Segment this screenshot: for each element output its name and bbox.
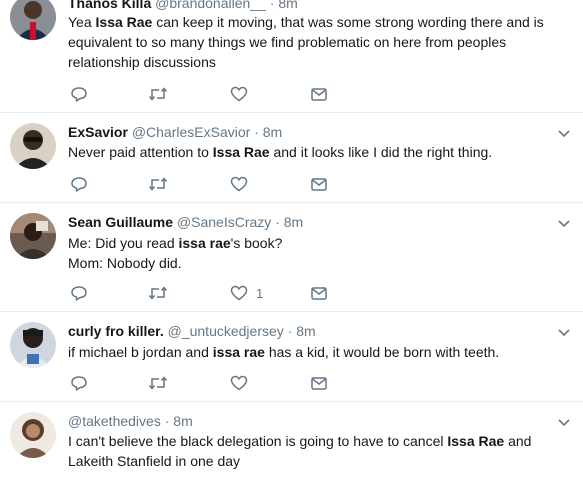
- like-icon: [230, 374, 248, 392]
- tweet-text-segment: Yea: [68, 14, 96, 30]
- tweet-actions: [68, 84, 368, 104]
- reply-icon: [70, 175, 88, 193]
- author-name[interactable]: Thanos Killa: [68, 0, 151, 11]
- reply-icon: [70, 374, 88, 392]
- tweet-text: if michael b jordan and issa rae has a k…: [68, 342, 548, 362]
- retweet-button[interactable]: [148, 283, 168, 303]
- tweet-text-segment: if michael b jordan and: [68, 344, 213, 360]
- separator-dot: ·: [287, 323, 293, 339]
- reply-icon: [70, 284, 88, 302]
- highlighted-keyword: issa rae: [178, 235, 231, 251]
- like-icon: [230, 175, 248, 193]
- author-handle[interactable]: @takethedives: [68, 413, 161, 429]
- reply-button[interactable]: [70, 174, 88, 194]
- highlighted-keyword: Issa Rae: [447, 433, 505, 449]
- like-button[interactable]: [230, 373, 256, 393]
- separator-dot: ·: [269, 0, 275, 11]
- reply-icon: [70, 85, 88, 103]
- avatar[interactable]: [10, 322, 56, 368]
- author-handle[interactable]: @_untuckedjersey: [168, 323, 284, 339]
- like-button[interactable]: [230, 174, 256, 194]
- retweet-button[interactable]: [148, 84, 168, 104]
- author-name[interactable]: Sean Guillaume: [68, 214, 173, 230]
- tweet-time[interactable]: 8m: [284, 214, 303, 230]
- tweet-time[interactable]: 8m: [278, 0, 297, 11]
- author-name[interactable]: ExSavior: [68, 124, 128, 140]
- tweet-time[interactable]: 8m: [263, 124, 282, 140]
- direct-message-icon: [310, 85, 328, 103]
- separator-dot: ·: [164, 413, 170, 429]
- highlighted-keyword: Issa Rae: [95, 14, 153, 30]
- like-button[interactable]: [230, 84, 256, 104]
- highlighted-keyword: Issa Rae: [212, 144, 270, 160]
- retweet-button[interactable]: [148, 174, 168, 194]
- reply-button[interactable]: [70, 373, 88, 393]
- tweet-text-segment: and it looks like I did the right thing.: [269, 144, 493, 160]
- tweet-item[interactable]: Thanos Killa @brandonallen__ · 8m Yea Is…: [0, 0, 583, 112]
- avatar[interactable]: [10, 412, 56, 458]
- like-icon: [230, 85, 248, 103]
- tweet-text-segment: Me: Did you read: [68, 235, 179, 251]
- retweet-icon: [148, 85, 168, 103]
- tweet-item[interactable]: @takethedives · 8m I can't believe the b…: [0, 402, 583, 477]
- chevron-down-icon[interactable]: [556, 125, 572, 141]
- tweet-text-segment: I can't believe the black delegation is …: [68, 433, 448, 449]
- tweet-text-segment: Mom: Nobody did.: [68, 255, 182, 271]
- tweet-item[interactable]: ExSavior @CharlesExSavior · 8m Never pai…: [0, 113, 583, 202]
- highlighted-keyword: issa rae: [212, 344, 265, 360]
- reply-button[interactable]: [70, 283, 88, 303]
- tweet-item[interactable]: curly fro killer. @_untuckedjersey · 8m …: [0, 312, 583, 401]
- tweet-actions: [68, 174, 368, 194]
- direct-message-button[interactable]: [310, 84, 328, 104]
- retweet-icon: [148, 175, 168, 193]
- retweet-button[interactable]: [148, 373, 168, 393]
- separator-dot: ·: [254, 124, 259, 140]
- like-count: 1: [256, 285, 264, 301]
- chevron-down-icon[interactable]: [556, 414, 572, 430]
- tweet-item[interactable]: Sean Guillaume @SaneIsCrazy · 8m Me: Did…: [0, 203, 583, 311]
- tweet-text: I can't believe the black delegation is …: [68, 431, 548, 471]
- tweet-text-segment: has a kid, it would be born with teeth.: [264, 344, 500, 360]
- avatar[interactable]: [10, 123, 56, 169]
- tweet-time[interactable]: 8m: [173, 413, 192, 429]
- tweet-text: Never paid attention to Issa Rae and it …: [68, 142, 548, 162]
- tweet-text-segment: 's book?: [230, 235, 283, 251]
- tweet-text: Me: Did you read issa rae's book? Mom: No…: [68, 233, 548, 273]
- author-handle[interactable]: @CharlesExSavior: [132, 124, 250, 140]
- separator-dot: ·: [275, 214, 280, 230]
- tweet-text: Yea Issa Rae can keep it moving, that wa…: [68, 12, 548, 72]
- author-handle[interactable]: @brandonallen__: [155, 0, 266, 11]
- like-button[interactable]: 1: [230, 283, 263, 303]
- chevron-down-icon[interactable]: [556, 215, 572, 231]
- tweet-actions: 1: [68, 283, 368, 303]
- author-name[interactable]: curly fro killer.: [68, 323, 164, 339]
- direct-message-icon: [310, 175, 328, 193]
- direct-message-icon: [310, 284, 328, 302]
- direct-message-button[interactable]: [310, 174, 328, 194]
- direct-message-icon: [310, 374, 328, 392]
- tweet-actions: [68, 373, 368, 393]
- tweet-time[interactable]: 8m: [296, 323, 315, 339]
- tweet-text-segment: Never paid attention to: [68, 144, 213, 160]
- direct-message-button[interactable]: [310, 283, 328, 303]
- chevron-down-icon[interactable]: [556, 324, 572, 340]
- avatar[interactable]: [10, 0, 56, 40]
- reply-button[interactable]: [70, 84, 88, 104]
- direct-message-button[interactable]: [310, 373, 328, 393]
- author-handle[interactable]: @SaneIsCrazy: [177, 214, 271, 230]
- avatar[interactable]: [10, 213, 56, 259]
- retweet-icon: [148, 374, 168, 392]
- like-icon: [230, 284, 248, 302]
- retweet-icon: [148, 284, 168, 302]
